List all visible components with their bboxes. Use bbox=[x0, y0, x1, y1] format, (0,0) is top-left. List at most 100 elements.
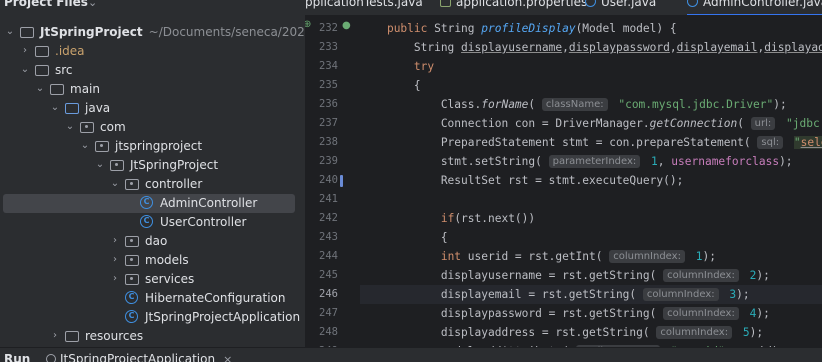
project-panel-header[interactable]: Project Files ⌄ bbox=[0, 0, 305, 14]
tab-application-properties[interactable]: application.properties bbox=[440, 0, 587, 15]
code-line[interactable]: if(rst.next()) bbox=[360, 209, 822, 228]
line-number[interactable]: 233 bbox=[305, 41, 338, 53]
run-config-icon bbox=[46, 354, 56, 362]
tab-pplicationtests-java[interactable]: pplicationTests.java bbox=[305, 0, 423, 15]
package-icon bbox=[125, 255, 139, 266]
code-line[interactable]: int userid = rst.getInt( columnIndex: 1)… bbox=[360, 247, 822, 266]
code-line[interactable]: ResultSet rst = stmt.executeQuery(); bbox=[360, 171, 822, 190]
line-number[interactable]: 243 bbox=[305, 231, 338, 243]
editor-area: pplicationTests.java application.properti… bbox=[305, 0, 822, 347]
tree-item-jtspringprojectapplication[interactable]: C JtSpringProjectApplication bbox=[0, 308, 305, 327]
tree-item-label: resources bbox=[85, 329, 144, 343]
package-icon bbox=[80, 122, 94, 133]
run-tool-label[interactable]: Run bbox=[4, 352, 30, 362]
tree-item-jtspringproject[interactable]: ⌄ jtspringproject bbox=[0, 137, 305, 156]
tree-item-label: UserController bbox=[160, 215, 247, 229]
tree-item-resources[interactable]: › resources bbox=[0, 327, 305, 346]
tree-item-label: com bbox=[100, 120, 126, 134]
code-line[interactable]: PreparedStatement stmt = con.prepareStat… bbox=[360, 133, 822, 152]
chevron-down-icon[interactable]: ⌄ bbox=[65, 121, 75, 132]
code-line[interactable]: String displayusername,displaypassword,d… bbox=[360, 38, 822, 57]
tree-item-label: .idea bbox=[55, 44, 85, 58]
chevron-down-icon[interactable]: ⌄ bbox=[50, 102, 60, 113]
chevron-down-icon[interactable]: ⌄ bbox=[110, 178, 120, 189]
line-number-gutter[interactable]: 232 233 234 235 236 237 238 239 240 241 242 243 244 2… bbox=[305, 16, 360, 347]
tree-item-usercontroller[interactable]: C UserController bbox=[0, 213, 305, 232]
tree-item-hibernateconfiguration[interactable]: C HibernateConfiguration bbox=[0, 289, 305, 308]
code-line[interactable]: displayaddress = rst.getString( columnIn… bbox=[360, 323, 822, 342]
class-icon bbox=[687, 0, 698, 7]
spring-bean-icon[interactable]: ● bbox=[342, 20, 351, 31]
tree-item-controller[interactable]: ⌄ controller bbox=[0, 175, 305, 194]
chevron-right-icon[interactable]: › bbox=[110, 235, 120, 246]
code-line[interactable]: { bbox=[360, 228, 822, 247]
tree-item-com[interactable]: ⌄ com bbox=[0, 118, 305, 137]
code-line[interactable] bbox=[360, 190, 822, 209]
tree-item-idea[interactable]: › .idea bbox=[0, 42, 305, 61]
line-number[interactable]: 247 bbox=[305, 307, 338, 319]
chevron-down-icon[interactable]: ⌄ bbox=[35, 83, 45, 94]
class-icon: C bbox=[140, 215, 153, 228]
chevron-down-icon[interactable]: ⌄ bbox=[80, 140, 90, 151]
chevron-right-icon[interactable]: › bbox=[110, 254, 120, 265]
line-number[interactable]: 244 bbox=[305, 250, 338, 262]
tree-item-main[interactable]: ⌄ main bbox=[0, 80, 305, 99]
code-line[interactable]: displayusername = rst.getString( columnI… bbox=[360, 266, 822, 285]
change-marker[interactable] bbox=[340, 175, 343, 187]
editor-tabs: pplicationTests.java application.properti… bbox=[305, 0, 822, 16]
tree-item-label: main bbox=[70, 82, 100, 96]
line-number[interactable]: 246 bbox=[305, 288, 338, 300]
chevron-right-icon[interactable]: › bbox=[110, 273, 120, 284]
tree-item-src[interactable]: ⌄ src bbox=[0, 61, 305, 80]
chevron-down-icon[interactable]: ⌄ bbox=[88, 0, 97, 9]
tree-item-dao[interactable]: › dao bbox=[0, 232, 305, 251]
tree-item-jtspringproject[interactable]: ⌄ JtSpringProject bbox=[0, 156, 305, 175]
chevron-down-icon[interactable]: ⌄ bbox=[5, 26, 15, 37]
chevron-down-icon[interactable]: ⌄ bbox=[20, 64, 30, 75]
code-line[interactable]: public String profileDisplay(Model model… bbox=[360, 19, 822, 38]
code-line[interactable]: displayemail = rst.getString( columnInde… bbox=[360, 285, 822, 304]
code-line[interactable]: Class.forName( className: "com.mysql.jdb… bbox=[360, 95, 822, 114]
tree-item-java[interactable]: ⌄ java bbox=[0, 99, 305, 118]
line-number[interactable]: 240 bbox=[305, 174, 338, 186]
line-number[interactable]: 242 bbox=[305, 212, 338, 224]
class-icon: C bbox=[125, 291, 138, 304]
line-number[interactable]: 236 bbox=[305, 98, 338, 110]
project-path: ~/Documents/seneca/2023sep/OSD60 bbox=[148, 25, 305, 39]
tree-item-services[interactable]: › services bbox=[0, 270, 305, 289]
project-panel-title[interactable]: Project Files bbox=[4, 0, 88, 9]
package-icon bbox=[125, 274, 139, 285]
chevron-down-icon[interactable]: ⌄ bbox=[95, 159, 105, 170]
close-icon[interactable]: × bbox=[223, 353, 232, 362]
line-number[interactable]: 241 bbox=[305, 193, 338, 205]
tree-item-label: HibernateConfiguration bbox=[145, 291, 286, 305]
code-line[interactable]: displaypassword = rst.getString( columnI… bbox=[360, 304, 822, 323]
code-view[interactable]: public String profileDisplay(Model model… bbox=[360, 16, 822, 347]
line-number[interactable]: 234 bbox=[305, 60, 338, 72]
chevron-right-icon[interactable]: › bbox=[20, 45, 30, 56]
line-number[interactable]: 237 bbox=[305, 117, 338, 129]
code-line[interactable]: stmt.setString( parameterIndex: 1, usern… bbox=[360, 152, 822, 171]
tree-item-label: services bbox=[145, 272, 195, 286]
resources-folder-icon bbox=[65, 331, 79, 342]
line-number[interactable]: 235 bbox=[305, 79, 338, 91]
request-mapping-icon[interactable]: ⊕ bbox=[305, 19, 311, 30]
tree-item-label: src bbox=[55, 63, 73, 77]
tab-user-java[interactable]: User.java bbox=[585, 0, 656, 15]
tree-item-models[interactable]: › models bbox=[0, 251, 305, 270]
tree-item-jtspringproject[interactable]: ⌄ JtSpringProject~/Documents/seneca/2023s… bbox=[0, 23, 305, 42]
package-icon bbox=[110, 160, 124, 171]
line-number[interactable]: 248 bbox=[305, 326, 338, 338]
run-config-tab[interactable]: JtSpringProjectApplication × bbox=[46, 352, 232, 362]
line-number[interactable]: 238 bbox=[305, 136, 338, 148]
tree-item-admincontroller[interactable]: C AdminController bbox=[3, 194, 295, 213]
code-line[interactable]: { bbox=[360, 76, 822, 95]
spring-class-icon: C bbox=[125, 310, 138, 323]
line-number[interactable]: 239 bbox=[305, 155, 338, 167]
chevron-right-icon[interactable]: › bbox=[50, 330, 60, 341]
line-number[interactable]: 245 bbox=[305, 269, 338, 281]
code-line[interactable]: Connection con = DriverManager.getConnec… bbox=[360, 114, 822, 133]
folder-icon bbox=[35, 46, 49, 57]
code-line[interactable]: try bbox=[360, 57, 822, 76]
tab-admincontroller-java[interactable]: AdminController.java bbox=[687, 0, 822, 15]
